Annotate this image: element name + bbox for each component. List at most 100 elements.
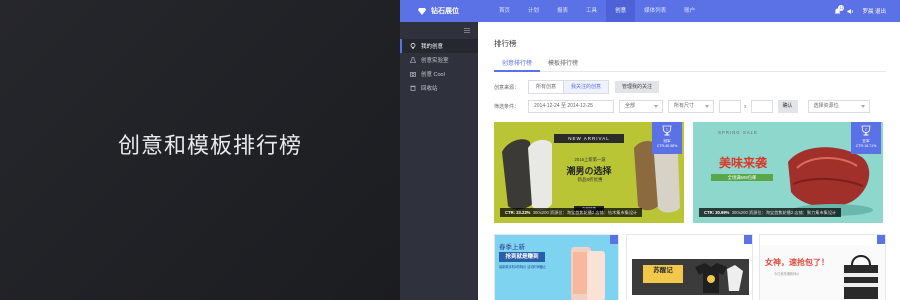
rank-badge: 2 亚军 CTR:18.71% — [851, 122, 881, 154]
card-line-3: 全场满599包邮 — [711, 174, 773, 181]
nav-item-plan[interactable]: 计划 — [519, 0, 548, 22]
criteria-label: 筛选条件： — [494, 104, 520, 110]
size-select[interactable]: 所有尺寸 — [668, 100, 714, 113]
source-label: 创意来源： — [494, 84, 520, 91]
speaker-icon[interactable] — [847, 8, 854, 15]
card-stat-bar: CTR: 20.99% 300x200 资源位：淘宝首焦轮播2 店铺：聚力集市集… — [699, 208, 842, 217]
user-menu[interactable]: 罗晨 退出 — [862, 7, 886, 15]
rank-number: 2 — [865, 126, 868, 131]
tab-creative-ranking[interactable]: 创意排行榜 — [494, 54, 541, 72]
size-placeholder: 所有尺寸 — [674, 103, 695, 109]
chevron-down-icon — [705, 105, 709, 108]
card-subline: 抢到就是赚到 — [499, 252, 545, 262]
date-range-value: 2014-12-24 至 2014-12-25 — [534, 103, 593, 109]
ctr-label: CTR: — [704, 210, 715, 215]
card-line-1: 2016上新第一波 — [574, 157, 606, 162]
source-segmented-control: 所有创意 我关注的创意 — [528, 80, 610, 94]
brand-logo[interactable]: 钻石展位 — [400, 6, 490, 16]
card-meta: 300x200 资源位：淘宝首焦轮播2 店铺：钻木集市集设计 — [532, 210, 638, 215]
nav-item-report[interactable]: 报表 — [548, 0, 577, 22]
nav-item-tools[interactable]: 工具 — [577, 0, 606, 22]
sidebar-item-lab[interactable]: 创意实验室 — [400, 53, 478, 67]
handbag-illustration — [844, 255, 878, 299]
nav-item-creative[interactable]: 创意 — [606, 0, 636, 22]
creative-card-1[interactable]: NEW ARRIVAL 2016上新第一波 潮男の选择 新品8折优惠 立即抢购 … — [494, 122, 684, 223]
rank-ctr: CTR:18.71% — [855, 144, 877, 148]
source-filter-row: 创意来源： 所有创意 我关注的创意 管理我的关注 — [494, 80, 660, 94]
category-value: 全部 — [625, 103, 636, 109]
width-input[interactable] — [719, 100, 741, 113]
ctr-label: CTR: — [505, 210, 516, 215]
trophy-icon: 1 — [662, 125, 672, 136]
sidebar-item-cool[interactable]: 创意 Cool — [400, 67, 478, 81]
trash-icon — [410, 85, 416, 91]
card-headline: 美味来袭 — [718, 156, 767, 170]
slot-select[interactable]: 选择资源位 — [807, 100, 870, 113]
notification-count: 12 — [838, 4, 845, 11]
notification-bell-icon[interactable]: 12 — [834, 4, 845, 15]
sidebar-item-label: 回收站 — [421, 86, 438, 92]
brand-name: 钻石展位 — [431, 8, 459, 15]
ctr-value: 23.23% — [516, 210, 531, 215]
creative-card-4[interactable]: 苏醒记 — [626, 234, 753, 300]
manage-follow-button[interactable]: 管理我的关注 — [615, 81, 660, 93]
card-headline: 女神，速抢包了！ — [765, 257, 829, 267]
diamond-icon — [418, 7, 426, 15]
creative-card-5[interactable]: 女神，速抢包了！ 今日疯抢爆款特价 — [759, 234, 886, 300]
rank-ctr: CTR:45.98% — [656, 144, 678, 148]
sidebar-item-label: 我的创意 — [421, 44, 444, 50]
rank-badge: 1 冠军 CTR:45.98% — [652, 122, 682, 154]
card-tag: SPRING SALE — [718, 130, 758, 135]
nav-item-media[interactable]: 媒体列表 — [635, 0, 675, 22]
category-select[interactable]: 全部 — [619, 100, 663, 113]
card-line-3: 新品8折优惠 — [577, 177, 603, 182]
nav-item-account[interactable]: 账户 — [675, 0, 704, 22]
creative-card-3[interactable]: 春季上新 抢到就是赚到 最新款手机8折特价 活动时间截止 — [494, 234, 619, 300]
menu-toggle-icon[interactable] — [464, 28, 470, 33]
ranking-tabs: 创意排行榜 模板排行榜 — [494, 54, 886, 72]
page-title: 排行榜 — [494, 39, 517, 48]
card-tiny-text: 最新款手机8折特价 活动时间截止 — [499, 265, 547, 269]
rank-badge — [877, 235, 885, 244]
sidebar-item-label: 创意 Cool — [421, 72, 445, 78]
source-option-followed[interactable]: 我关注的创意 — [564, 81, 609, 93]
camera-icon — [410, 72, 416, 77]
card-headline: 苏醒记 — [643, 265, 683, 283]
shirt-illustration — [695, 263, 743, 293]
creative-card-2[interactable]: SPRING SALE 美味来袭 全场满599包邮 2 亚军 CTR:18.71… — [693, 122, 883, 223]
size-separator: x — [744, 103, 747, 110]
hero-title: 创意和模板排行榜 — [117, 134, 302, 159]
date-range-picker[interactable]: 2014-12-24 至 2014-12-25 — [528, 100, 614, 113]
card-headline: 春季上新 — [499, 244, 525, 251]
height-input[interactable] — [750, 100, 773, 113]
lightbulb-icon — [410, 43, 416, 49]
card-stat-bar: CTR: 23.23% 300x200 资源位：淘宝首焦轮播2 店铺：钻木集市集… — [500, 208, 643, 217]
main-content: 排行榜 创意排行榜 模板排行榜 创意来源： 所有创意 我关注的创意 管理我的关注… — [478, 22, 900, 300]
source-option-all[interactable]: 所有创意 — [529, 81, 565, 93]
ctr-value: 20.99% — [715, 210, 730, 215]
phone-illustration — [571, 247, 605, 300]
tab-template-ranking[interactable]: 模板排行榜 — [540, 54, 586, 72]
trophy-icon: 2 — [861, 125, 871, 136]
card-tag: NEW ARRIVAL — [554, 134, 624, 143]
main-nav: 首页 计划 报表 工具 创意 媒体列表 账户 — [490, 0, 704, 22]
rank-badge — [610, 235, 618, 244]
sidebar-item-trash[interactable]: 回收站 — [400, 81, 478, 95]
app-screenshot: 钻石展位 首页 计划 报表 工具 创意 媒体列表 账户 12 罗晨 退出 我的创… — [400, 0, 900, 300]
chevron-down-icon — [860, 105, 865, 108]
card-headline: 潮男の选择 — [566, 167, 612, 177]
slot-placeholder: 选择资源位 — [813, 103, 839, 109]
card-meta: 300x200 资源位：淘宝首焦轮播2 店铺：聚力集市集设计 — [731, 210, 837, 215]
sidebar-item-label: 创意实验室 — [421, 58, 449, 64]
top-right-tools: 12 罗晨 退出 — [828, 0, 886, 22]
sidebar: 我的创意 创意实验室 创意 Cool 回收站 — [400, 22, 478, 300]
nav-item-home[interactable]: 首页 — [490, 0, 519, 22]
criteria-filter-row: 筛选条件： 2014-12-24 至 2014-12-25 全部 所有尺寸 x … — [494, 100, 875, 113]
card-tiny-text: 今日疯抢爆款特价 — [774, 272, 800, 276]
rank-number: 1 — [666, 126, 669, 131]
rank-badge — [744, 235, 752, 244]
confirm-button[interactable]: 确认 — [777, 100, 798, 113]
flask-icon — [410, 57, 416, 63]
top-nav-bar: 钻石展位 首页 计划 报表 工具 创意 媒体列表 账户 12 罗晨 退出 — [400, 0, 900, 22]
sidebar-item-my-creatives[interactable]: 我的创意 — [400, 39, 478, 53]
